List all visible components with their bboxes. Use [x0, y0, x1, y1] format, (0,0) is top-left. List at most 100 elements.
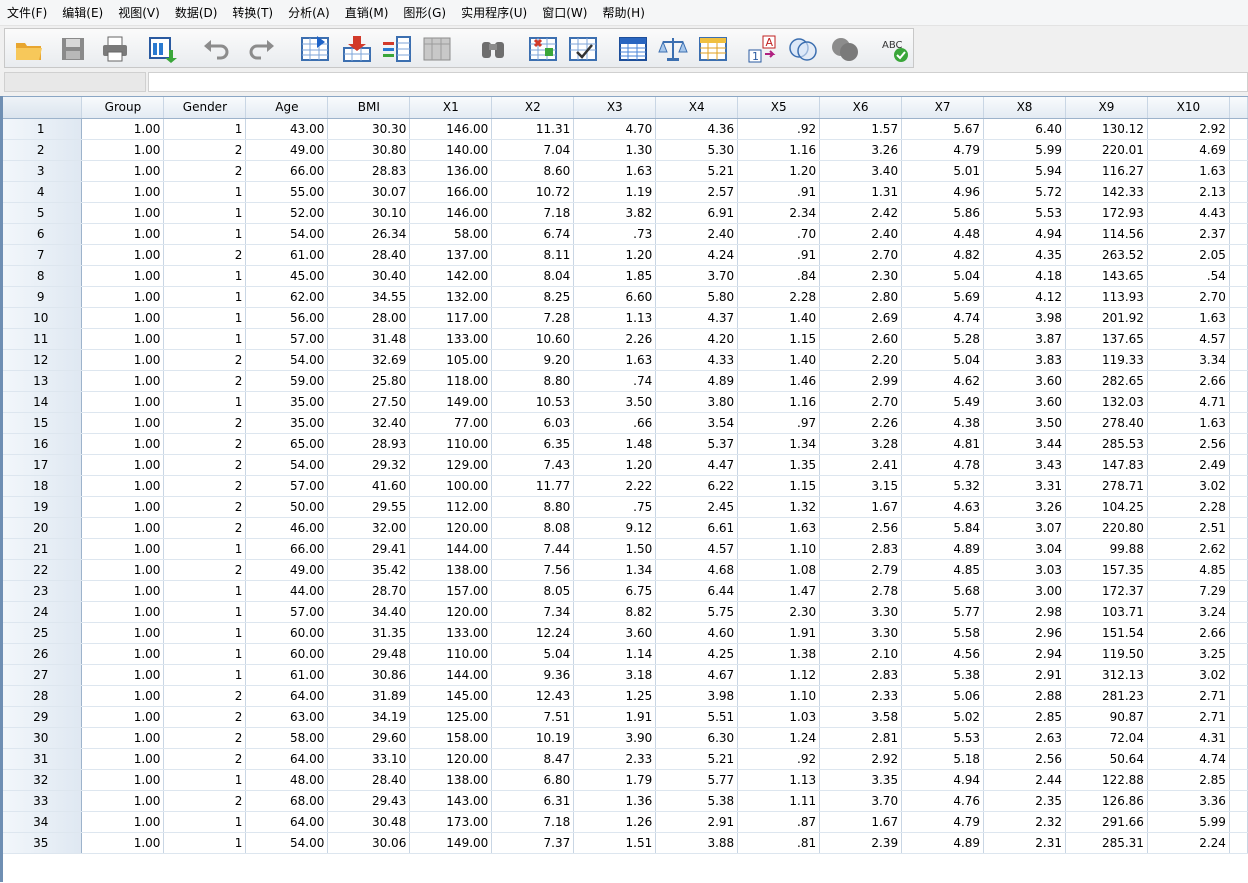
data-cell[interactable]: 3.36 [1147, 790, 1230, 812]
data-cell[interactable]: 7.37 [491, 832, 575, 854]
data-cell[interactable]: 4.96 [901, 181, 985, 203]
data-cell[interactable]: 5.53 [983, 202, 1066, 224]
data-cell[interactable]: 4.12 [983, 286, 1066, 308]
row-header[interactable]: 5 [0, 202, 83, 224]
data-cell[interactable]: 146.00 [409, 202, 493, 224]
data-cell[interactable]: 1 [163, 622, 247, 644]
data-cell[interactable]: 2 [163, 349, 247, 371]
data-cell[interactable]: .97 [737, 412, 821, 434]
undo-icon[interactable] [201, 34, 233, 64]
data-cell[interactable]: 2.28 [737, 286, 821, 308]
data-cell[interactable]: 77.00 [409, 412, 493, 434]
print-icon[interactable] [99, 34, 131, 64]
data-cell[interactable]: 2.92 [1147, 118, 1230, 140]
data-cell[interactable]: 2.62 [1147, 538, 1230, 560]
data-cell[interactable]: 30.07 [327, 181, 411, 203]
empty-cell[interactable] [1229, 811, 1248, 833]
data-cell[interactable]: 285.31 [1065, 832, 1148, 854]
data-cell[interactable]: 58.00 [409, 223, 493, 245]
data-cell[interactable]: 4.33 [655, 349, 739, 371]
data-cell[interactable]: 66.00 [245, 538, 329, 560]
data-cell[interactable]: 10.53 [491, 391, 575, 413]
empty-cell[interactable] [1229, 664, 1248, 686]
data-cell[interactable]: .66 [573, 412, 657, 434]
menu-item-4[interactable]: 转换(T) [227, 0, 283, 26]
data-cell[interactable]: 4.78 [901, 454, 985, 476]
menu-item-6[interactable]: 直销(M) [340, 0, 399, 26]
data-cell[interactable]: 1.00 [81, 685, 165, 707]
data-cell[interactable]: .81 [737, 832, 821, 854]
data-cell[interactable]: 1 [163, 181, 247, 203]
data-cell[interactable]: 10.72 [491, 181, 575, 203]
data-cell[interactable]: 136.00 [409, 160, 493, 182]
data-cell[interactable]: 99.88 [1065, 538, 1148, 560]
data-cell[interactable]: 1.36 [573, 790, 657, 812]
data-cell[interactable]: 6.75 [573, 580, 657, 602]
data-cell[interactable]: 10.60 [491, 328, 575, 350]
data-cell[interactable]: 1.00 [81, 622, 165, 644]
data-cell[interactable]: 55.00 [245, 181, 329, 203]
data-cell[interactable]: 2.42 [819, 202, 903, 224]
data-cell[interactable]: 1.00 [81, 370, 165, 392]
data-cell[interactable]: 5.04 [901, 265, 985, 287]
data-cell[interactable]: 4.74 [1147, 748, 1230, 770]
data-cell[interactable]: 1 [163, 664, 247, 686]
data-cell[interactable]: 4.85 [1147, 559, 1230, 581]
menu-item-8[interactable]: 实用程序(U) [456, 0, 537, 26]
data-cell[interactable]: 5.68 [901, 580, 985, 602]
data-cell[interactable]: 1 [163, 118, 247, 140]
data-cell[interactable]: 3.82 [573, 202, 657, 224]
data-cell[interactable]: 3.50 [983, 412, 1066, 434]
goto-case-icon[interactable] [299, 34, 331, 64]
data-cell[interactable]: 35.00 [245, 391, 329, 413]
data-cell[interactable]: 2.28 [1147, 496, 1230, 518]
data-cell[interactable]: 3.34 [1147, 349, 1230, 371]
data-cell[interactable]: 10.19 [491, 727, 575, 749]
data-cell[interactable]: 8.80 [491, 370, 575, 392]
data-cell[interactable]: 1.30 [573, 139, 657, 161]
column-header-x10[interactable]: X10 [1147, 97, 1230, 119]
data-cell[interactable]: 30.30 [327, 118, 411, 140]
empty-cell[interactable] [1229, 412, 1248, 434]
data-cell[interactable]: 3.24 [1147, 601, 1230, 623]
data-cell[interactable]: 2.26 [819, 412, 903, 434]
data-cell[interactable]: 4.85 [901, 559, 985, 581]
data-cell[interactable]: 1.40 [737, 307, 821, 329]
data-cell[interactable]: 64.00 [245, 811, 329, 833]
data-cell[interactable]: 4.31 [1147, 727, 1230, 749]
data-cell[interactable]: 1.00 [81, 118, 165, 140]
data-cell[interactable]: 8.60 [491, 160, 575, 182]
empty-cell[interactable] [1229, 706, 1248, 728]
data-cell[interactable]: 4.43 [1147, 202, 1230, 224]
row-header[interactable]: 9 [0, 286, 83, 308]
data-cell[interactable]: 8.25 [491, 286, 575, 308]
empty-cell[interactable] [1229, 202, 1248, 224]
data-cell[interactable]: 4.48 [901, 223, 985, 245]
data-cell[interactable]: 147.83 [1065, 454, 1148, 476]
data-cell[interactable]: 133.00 [409, 328, 493, 350]
row-header[interactable]: 27 [0, 664, 83, 686]
cell-reference-field[interactable] [4, 72, 146, 92]
data-cell[interactable]: 220.01 [1065, 139, 1148, 161]
data-cell[interactable]: 110.00 [409, 433, 493, 455]
data-cell[interactable]: 2.98 [983, 601, 1066, 623]
data-cell[interactable]: 25.80 [327, 370, 411, 392]
data-cell[interactable]: 65.00 [245, 433, 329, 455]
data-cell[interactable]: 142.00 [409, 265, 493, 287]
run-descriptives-icon[interactable] [421, 34, 453, 64]
data-cell[interactable]: 54.00 [245, 454, 329, 476]
row-header[interactable]: 15 [0, 412, 83, 434]
data-cell[interactable]: 2 [163, 139, 247, 161]
data-cell[interactable]: 1.91 [573, 706, 657, 728]
data-cell[interactable]: 4.82 [901, 244, 985, 266]
data-cell[interactable]: 29.55 [327, 496, 411, 518]
data-cell[interactable]: 3.28 [819, 433, 903, 455]
data-cell[interactable]: .92 [737, 748, 821, 770]
insert-cases-icon[interactable] [527, 34, 559, 64]
data-cell[interactable]: 2.70 [819, 391, 903, 413]
row-header[interactable]: 28 [0, 685, 83, 707]
data-cell[interactable]: 2.63 [983, 727, 1066, 749]
data-cell[interactable]: 1.00 [81, 643, 165, 665]
data-cell[interactable]: 2.69 [819, 307, 903, 329]
data-cell[interactable]: 7.51 [491, 706, 575, 728]
